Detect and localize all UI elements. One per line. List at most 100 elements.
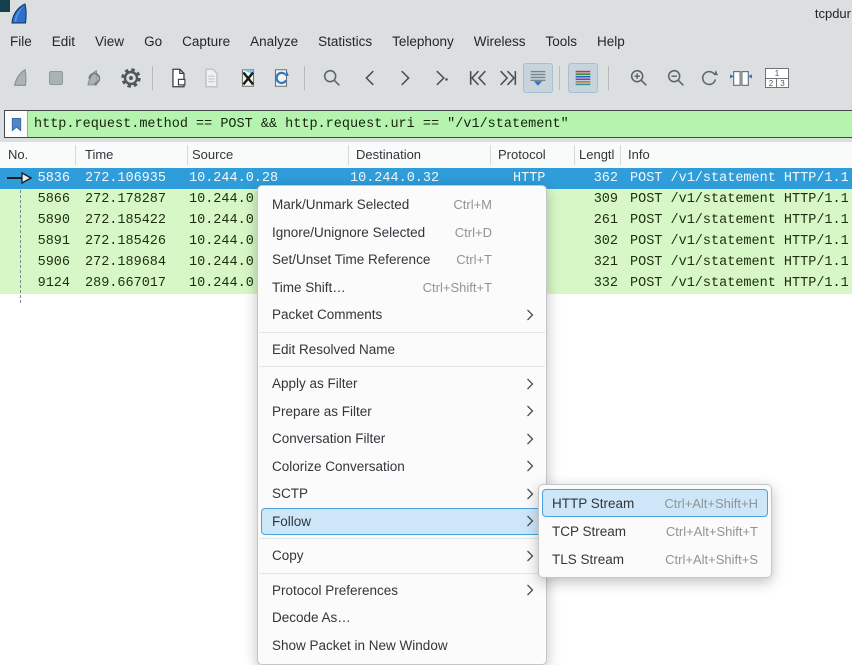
packet-list-header: No. Time Source Destination Protocol Len… [0,142,852,169]
menu-item-show-packet-new-window[interactable]: Show Packet in New Window [261,632,543,660]
menu-wireless[interactable]: Wireless [464,34,536,49]
column-header-no[interactable]: No. [8,147,28,162]
cell-length: 309 [572,189,618,210]
column-header-protocol[interactable]: Protocol [498,147,546,162]
menu-tools[interactable]: Tools [535,34,587,49]
menu-item-protocol-preferences[interactable]: Protocol Preferences [261,577,543,605]
chevron-right-icon [520,515,534,527]
menu-item-prepare-as-filter[interactable]: Prepare as Filter [261,398,543,426]
column-header-destination[interactable]: Destination [356,147,421,162]
menu-statistics[interactable]: Statistics [308,34,382,49]
column-header-length[interactable]: Lengtl [579,147,614,162]
menu-help[interactable]: Help [587,34,635,49]
menu-item-time-reference[interactable]: Set/Unset Time Reference Ctrl+T [261,246,543,274]
zoom-out-icon[interactable] [661,63,691,93]
menu-separator [259,538,545,539]
last-packet-icon[interactable] [493,63,523,93]
chevron-right-icon [520,405,534,417]
menu-item-time-shift[interactable]: Time Shift… Ctrl+Shift+T [261,274,543,302]
chevron-right-icon [520,378,534,390]
column-header-source[interactable]: Source [192,147,233,162]
save-file-icon[interactable] [196,63,226,93]
related-packets-dashed-line [20,190,21,303]
restart-capture-icon[interactable] [78,63,108,93]
cell-no: 5906 [0,252,70,273]
cell-length: 321 [572,252,618,273]
cell-source: 10.244.0. [189,189,262,210]
column-divider[interactable] [187,145,188,165]
chevron-right-icon [520,550,534,562]
toolbar-separator [152,66,153,90]
menu-view[interactable]: View [85,34,134,49]
column-header-info[interactable]: Info [628,147,650,162]
stop-capture-icon[interactable] [41,63,71,93]
menu-item-follow[interactable]: Follow [261,508,543,536]
display-filter-bar [4,110,852,138]
column-header-time[interactable]: Time [85,147,113,162]
previous-packet-icon[interactable] [356,63,386,93]
first-packet-icon[interactable] [463,63,493,93]
cell-length: 302 [572,231,618,252]
cell-no: 5836 [0,168,70,189]
main-toolbar: 1 2 3 [0,54,852,102]
column-divider[interactable] [490,145,491,165]
filter-bookmark-icon[interactable] [5,111,28,137]
layout-pane-1: 1 [766,69,788,79]
zoom-reset-icon[interactable] [694,63,724,93]
submenu-item-tcp-stream[interactable]: TCP Stream Ctrl+Alt+Shift+T [542,517,768,545]
resize-columns-icon[interactable] [726,63,756,93]
menu-capture[interactable]: Capture [172,34,240,49]
menu-item-packet-comments[interactable]: Packet Comments [261,301,543,329]
cell-time: 272.106935 [85,168,166,189]
shortcut: Ctrl+Shift+T [423,280,492,295]
next-packet-icon[interactable] [389,63,419,93]
cell-source: 10.244.0. [189,231,262,252]
menu-item-ignore-unignore[interactable]: Ignore/Unignore Selected Ctrl+D [261,219,543,247]
column-divider[interactable] [620,145,621,165]
menu-item-edit-resolved-name[interactable]: Edit Resolved Name [261,336,543,364]
cell-source: 10.244.0. [189,252,262,273]
shortcut: Ctrl+Alt+Shift+S [665,552,758,567]
chevron-right-icon [520,433,534,445]
menu-edit[interactable]: Edit [42,34,85,49]
menu-go[interactable]: Go [134,34,172,49]
column-divider[interactable] [75,145,76,165]
chevron-right-icon [520,309,534,321]
reload-file-icon[interactable] [266,63,296,93]
packet-context-menu: Mark/Unmark Selected Ctrl+M Ignore/Unign… [257,185,547,665]
cell-no: 5890 [0,210,70,231]
start-capture-icon[interactable] [6,63,36,93]
cell-info: POST /v1/statement HTTP/1.1 [630,210,849,231]
menu-item-conversation-filter[interactable]: Conversation Filter [261,425,543,453]
capture-options-icon[interactable] [116,63,146,93]
submenu-item-http-stream[interactable]: HTTP Stream Ctrl+Alt+Shift+H [542,489,768,517]
display-filter-input[interactable] [28,111,852,137]
menu-item-sctp[interactable]: SCTP [261,480,543,508]
layout-icon[interactable]: 1 2 3 [762,63,792,93]
find-packet-icon[interactable] [317,63,347,93]
menu-analyze[interactable]: Analyze [240,34,308,49]
menu-item-colorize-conversation[interactable]: Colorize Conversation [261,453,543,481]
cell-no: 5866 [0,189,70,210]
column-divider[interactable] [348,145,349,165]
zoom-in-icon[interactable] [624,63,654,93]
close-file-icon[interactable] [233,63,263,93]
cell-no: 5891 [0,231,70,252]
chevron-right-icon [520,488,534,500]
menu-item-apply-as-filter[interactable]: Apply as Filter [261,370,543,398]
menu-item-mark-unmark[interactable]: Mark/Unmark Selected Ctrl+M [261,191,543,219]
submenu-item-tls-stream[interactable]: TLS Stream Ctrl+Alt+Shift+S [542,545,768,573]
go-to-packet-icon[interactable] [426,63,456,93]
open-file-icon[interactable] [163,63,193,93]
menu-item-decode-as[interactable]: Decode As… [261,604,543,632]
window-chrome: tcpdur File Edit View Go Capture Analyze… [0,0,852,142]
layout-pane-3: 3 [777,79,788,88]
menu-telephony[interactable]: Telephony [382,34,464,49]
cell-source: 10.244.0. [189,273,262,294]
auto-scroll-icon[interactable] [523,63,553,93]
menu-item-copy[interactable]: Copy [261,542,543,570]
column-divider[interactable] [574,145,575,165]
colorize-icon[interactable] [568,63,598,93]
chevron-right-icon [520,584,534,596]
menu-file[interactable]: File [0,34,42,49]
